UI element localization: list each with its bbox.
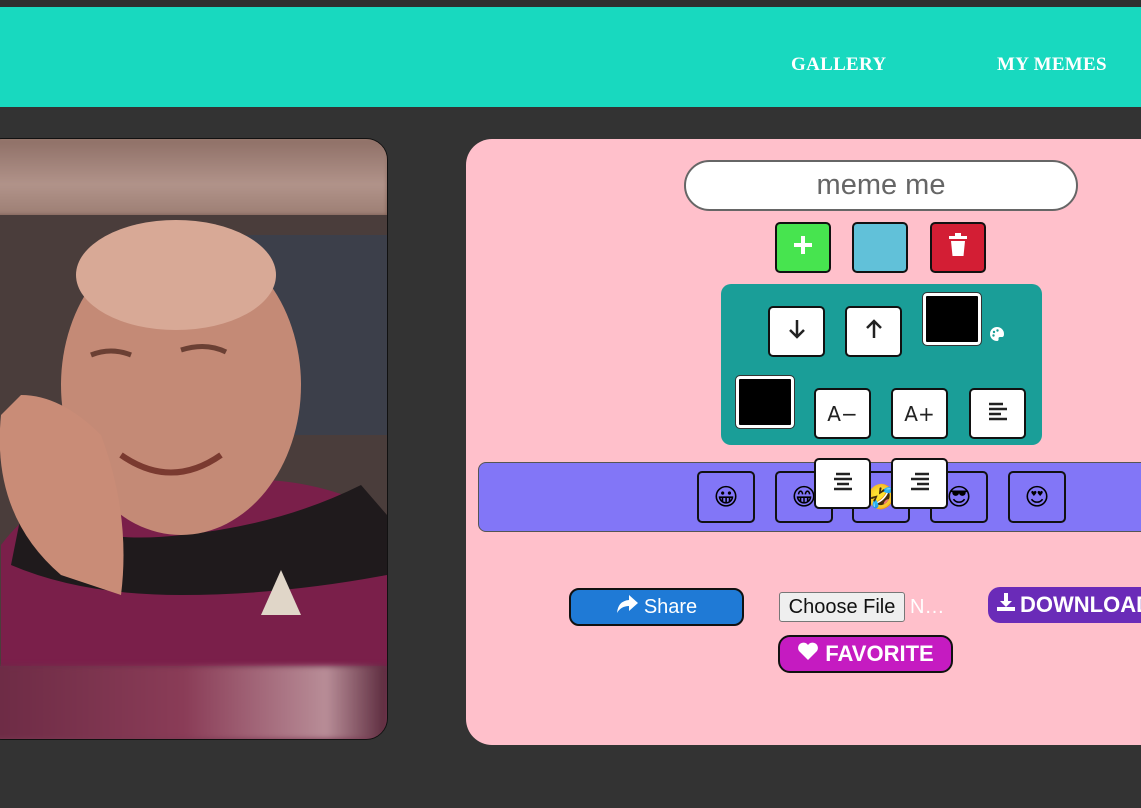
delete-text-button[interactable]: [930, 222, 986, 273]
choose-file-label: Choose File: [788, 595, 896, 618]
top-strip: [0, 0, 1141, 7]
font-larger-button[interactable]: A+: [891, 388, 948, 439]
favorite-label: FAVORITE: [825, 641, 934, 666]
align-center-icon: [832, 471, 854, 496]
font-smaller-button[interactable]: A−: [814, 388, 871, 439]
align-right-icon: [909, 471, 931, 496]
arrow-up-icon: [864, 318, 884, 345]
heart-icon: [797, 641, 819, 667]
stroke-color-swatch[interactable]: [922, 292, 982, 346]
align-center-button[interactable]: [814, 458, 871, 509]
meme-text-input[interactable]: [684, 160, 1078, 211]
plus-icon: [792, 234, 814, 261]
align-left-icon: [987, 401, 1009, 426]
nav-my-memes-link[interactable]: MY MEMES: [997, 54, 1107, 76]
file-status-text: N…: [910, 596, 945, 618]
download-icon: [996, 592, 1016, 618]
arrow-down-icon: [787, 318, 807, 345]
fill-color-swatch[interactable]: [735, 375, 795, 429]
font-larger-label: A+: [904, 401, 935, 426]
meme-image: [0, 215, 387, 666]
align-right-button[interactable]: [891, 458, 948, 509]
share-label: Share: [643, 595, 698, 618]
emoji-button[interactable]: 😀: [697, 471, 755, 523]
choose-file-button[interactable]: Choose File: [779, 592, 905, 622]
share-icon: [616, 595, 638, 619]
navbar: GALLERY MY MEMES: [0, 7, 1141, 107]
download-label: DOWNLOAD: [1020, 592, 1141, 617]
favorite-button[interactable]: FAVORITE: [778, 635, 953, 673]
emoji-button[interactable]: 😍: [1008, 471, 1066, 523]
trash-icon: [947, 233, 969, 262]
add-text-button[interactable]: [775, 222, 831, 273]
nav-gallery-link[interactable]: GALLERY: [791, 54, 886, 76]
text-color-button[interactable]: [852, 222, 908, 273]
meme-image-preview: [0, 138, 388, 740]
font-smaller-label: A−: [827, 401, 858, 426]
move-up-button[interactable]: [845, 306, 902, 357]
align-left-button[interactable]: [969, 388, 1026, 439]
move-down-button[interactable]: [768, 306, 825, 357]
share-button[interactable]: Share: [569, 588, 744, 626]
palette-icon: [989, 326, 1005, 347]
download-button[interactable]: DOWNLOAD: [988, 587, 1141, 623]
